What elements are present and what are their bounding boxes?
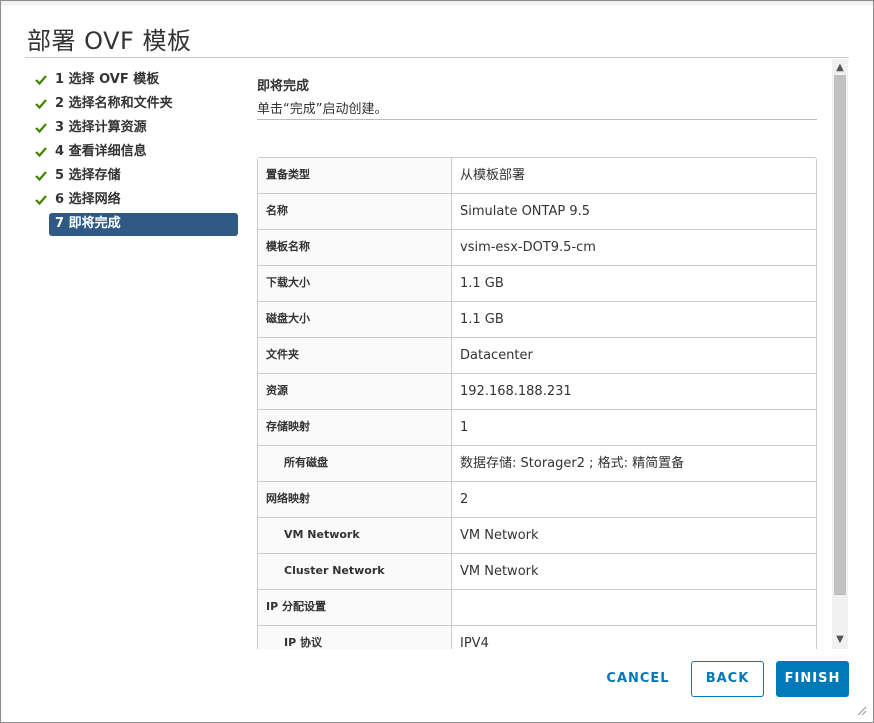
row-key: 资源 — [258, 374, 452, 409]
summary-row: 模板名称 vsim-esx-DOT9.5-cm — [258, 230, 816, 266]
section-title: 即将完成 — [257, 79, 310, 94]
row-value: Datacenter — [460, 348, 533, 363]
title-divider — [25, 57, 849, 58]
summary-row: 下载大小 1.1 GB — [258, 266, 816, 302]
cancel-button[interactable]: CANCEL — [597, 661, 679, 697]
row-key: 网络映射 — [258, 482, 452, 517]
scroll-up-icon[interactable]: ▲ — [832, 61, 848, 75]
step-4[interactable]: 4 查看详细信息 — [31, 141, 241, 165]
row-key: 磁盘大小 — [258, 302, 452, 337]
section-description: 单击“完成”启动创建。 — [257, 102, 388, 117]
row-value: 1 — [460, 420, 469, 435]
finish-button[interactable]: FINISH — [776, 661, 849, 697]
summary-row: 置备类型 从模板部署 — [258, 158, 816, 194]
step-label: 4 查看详细信息 — [55, 144, 147, 159]
summary-row: Cluster Network VM Network — [258, 554, 816, 590]
scroll-down-icon[interactable]: ▼ — [832, 633, 848, 647]
row-key: 所有磁盘 — [258, 446, 452, 481]
content-pane: 即将完成 单击“完成”启动创建。 置备类型 从模板部署 名称 Simulate ON… — [257, 69, 827, 649]
row-key: IP 分配设置 — [258, 590, 452, 625]
wizard-steps: 1 选择 OVF 模板 2 选择名称和文件夹 3 选择计算资源 4 查看详细信息… — [31, 69, 241, 236]
summary-row: 文件夹 Datacenter — [258, 338, 816, 374]
row-value: 从模板部署 — [460, 168, 526, 183]
step-label: 7 即将完成 — [55, 216, 121, 231]
step-label: 5 选择存储 — [55, 168, 121, 183]
row-value: 1.1 GB — [460, 276, 504, 291]
summary-row: 磁盘大小 1.1 GB — [258, 302, 816, 338]
row-value: 1.1 GB — [460, 312, 504, 327]
row-key: 文件夹 — [258, 338, 452, 373]
row-value: 2 — [460, 492, 469, 507]
row-value — [452, 590, 816, 625]
resize-handle-icon[interactable] — [857, 706, 867, 716]
deploy-ovf-dialog: 部署 OVF 模板 1 选择 OVF 模板 2 选择名称和文件夹 3 选择计算资… — [0, 0, 874, 723]
summary-row: IP 协议 IPV4 — [258, 626, 816, 649]
back-button[interactable]: BACK — [691, 661, 764, 697]
step-5[interactable]: 5 选择存储 — [31, 165, 241, 189]
row-key: 存储映射 — [258, 410, 452, 445]
step-label: 6 选择网络 — [55, 192, 121, 207]
step-3[interactable]: 3 选择计算资源 — [31, 117, 241, 141]
row-key: IP 协议 — [258, 626, 452, 649]
summary-row: 网络映射 2 — [258, 482, 816, 518]
step-label: 1 选择 OVF 模板 — [55, 72, 160, 87]
vertical-scrollbar[interactable]: ▲ ▼ — [832, 59, 848, 649]
check-icon — [35, 75, 47, 86]
row-value: VM Network — [460, 528, 539, 543]
check-icon — [35, 99, 47, 110]
summary-row: VM Network VM Network — [258, 518, 816, 554]
scrollbar-thumb[interactable] — [834, 75, 846, 595]
step-2[interactable]: 2 选择名称和文件夹 — [31, 93, 241, 117]
row-key: 名称 — [258, 194, 452, 229]
summary-row: 所有磁盘 数据存储: Storager2 ; 格式: 精简置备 — [258, 446, 816, 482]
row-value: vsim-esx-DOT9.5-cm — [460, 240, 596, 255]
step-6[interactable]: 6 选择网络 — [31, 189, 241, 213]
check-icon — [35, 123, 47, 134]
top-strip — [1, 1, 873, 5]
step-label: 3 选择计算资源 — [55, 120, 147, 135]
step-label: 2 选择名称和文件夹 — [55, 96, 173, 111]
row-value: IPV4 — [460, 636, 489, 649]
summary-row: 资源 192.168.188.231 — [258, 374, 816, 410]
step-1[interactable]: 1 选择 OVF 模板 — [31, 69, 241, 93]
row-key: 置备类型 — [258, 158, 452, 193]
summary-row: 存储映射 1 — [258, 410, 816, 446]
row-key: VM Network — [258, 518, 452, 553]
summary-row: IP 分配设置 — [258, 590, 816, 626]
row-key: 模板名称 — [258, 230, 452, 265]
row-key: Cluster Network — [258, 554, 452, 589]
row-value: 192.168.188.231 — [460, 384, 572, 399]
check-icon — [35, 195, 47, 206]
row-value: Simulate ONTAP 9.5 — [460, 204, 590, 219]
row-value: VM Network — [460, 564, 539, 579]
step-7-active[interactable]: 7 即将完成 — [49, 213, 238, 236]
content-divider — [257, 119, 817, 120]
check-icon — [35, 147, 47, 158]
summary-grid: 置备类型 从模板部署 名称 Simulate ONTAP 9.5 模板名称 vsim-… — [257, 157, 817, 649]
row-key: 下载大小 — [258, 266, 452, 301]
row-value: 数据存储: Storager2 ; 格式: 精简置备 — [460, 456, 685, 471]
check-icon — [35, 171, 47, 182]
dialog-title: 部署 OVF 模板 — [27, 27, 192, 55]
summary-row: 名称 Simulate ONTAP 9.5 — [258, 194, 816, 230]
